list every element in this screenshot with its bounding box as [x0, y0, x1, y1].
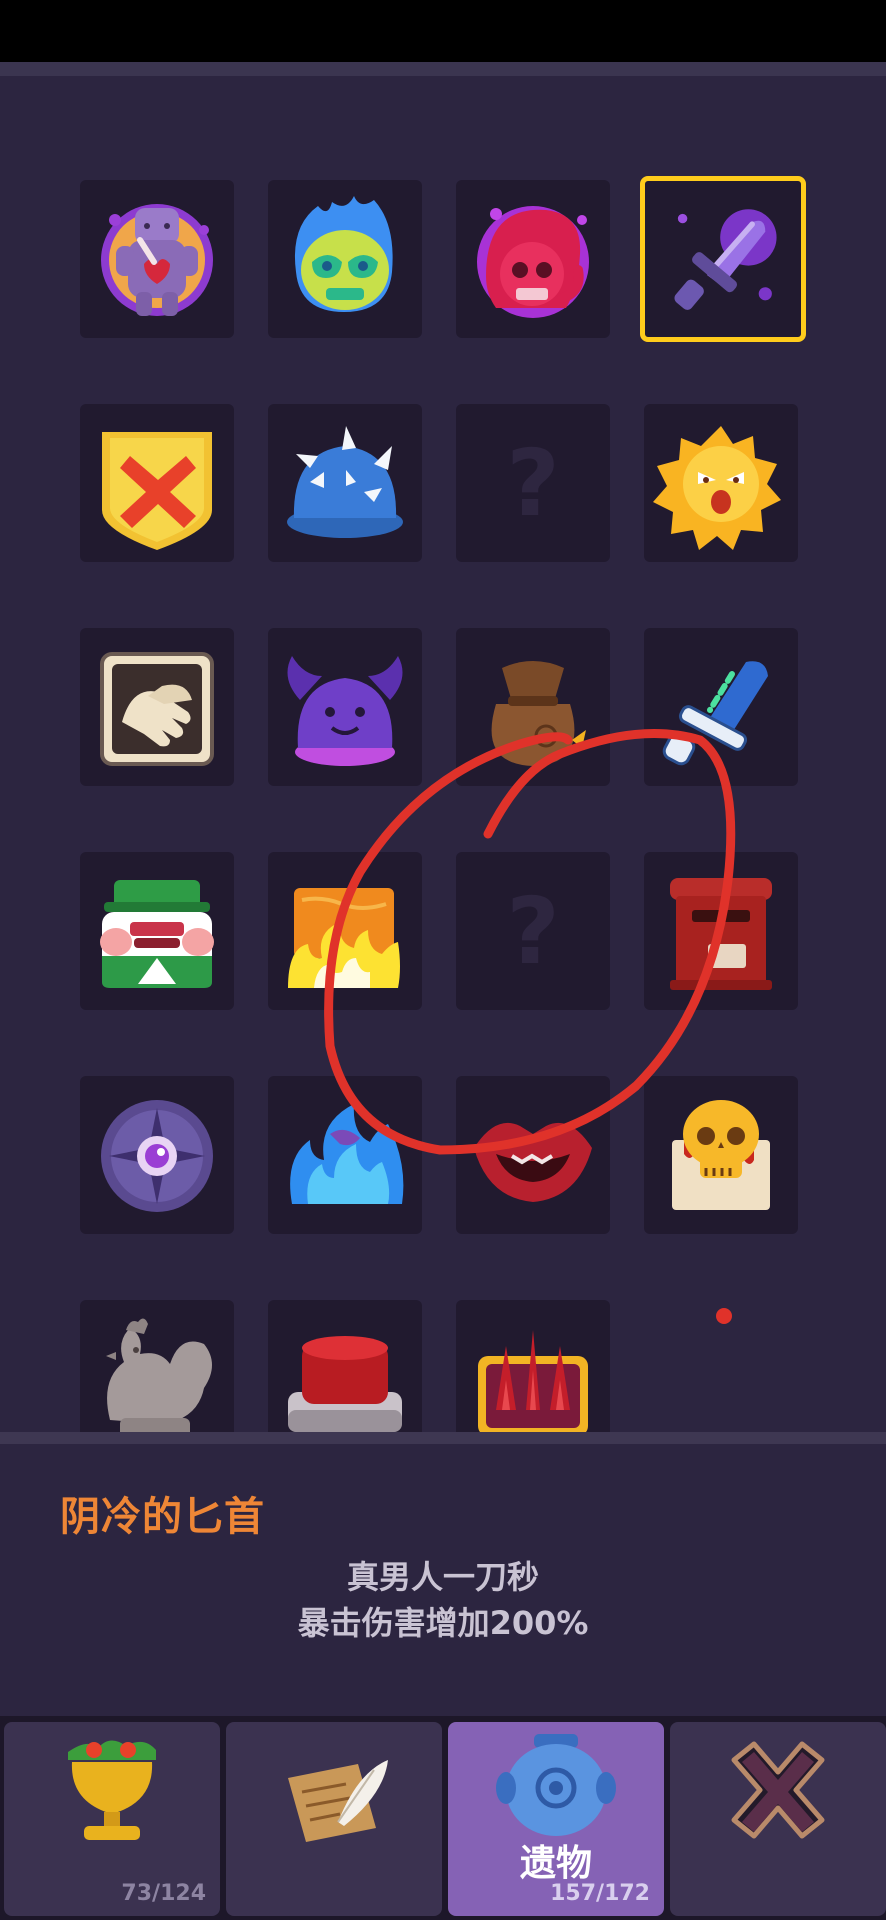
relic-slot-blue-flame[interactable]: [268, 1076, 422, 1234]
close-x-icon: [731, 1741, 825, 1839]
close-button[interactable]: [670, 1722, 886, 1916]
relic-slot-locked-1[interactable]: ?: [456, 404, 610, 562]
tab-records[interactable]: [226, 1722, 442, 1916]
relic-slot-burning-scroll[interactable]: [268, 852, 422, 1010]
handshake-card-icon: [100, 652, 214, 766]
relic-slot-red-lips[interactable]: [456, 1076, 610, 1234]
relic-detail-panel: 阴冷的匕首 真男人一刀秒 暴击伤害增加200%: [0, 1444, 886, 1716]
status-bar: [0, 0, 886, 62]
red-lips-icon: [474, 1122, 592, 1202]
stone-rooster-icon: [106, 1318, 212, 1432]
dark-dagger-icon: [674, 209, 777, 310]
loot-sack-icon: [491, 661, 586, 766]
relic-slot-handshake-card[interactable]: [80, 628, 234, 786]
tab-relics-label: 遗物: [519, 1843, 592, 1884]
tab-relics[interactable]: 遗物 157/172: [448, 1722, 664, 1916]
relic-description-line-1: 真男人一刀秒: [346, 1558, 539, 1596]
spiked-crown-chest-icon: [478, 1330, 588, 1432]
scroll-quill-icon: [288, 1760, 388, 1842]
angry-sun-icon: [653, 426, 781, 550]
skull-letter-icon: [672, 1100, 770, 1210]
voodoo-doll-icon: [101, 204, 213, 316]
relic-title: 阴冷的匕首: [60, 1494, 265, 1540]
relic-slot-frog-hat[interactable]: [80, 852, 234, 1010]
relic-slot-red-skull-cloak[interactable]: [456, 180, 610, 338]
unknown-relic-icon: ?: [506, 429, 560, 537]
eye-compass-icon: [101, 1100, 213, 1212]
spiked-helmet-icon: [287, 426, 403, 538]
relic-slot-bone-sword[interactable]: [644, 628, 798, 786]
unknown-relic-icon: ?: [506, 877, 560, 985]
relic-slot-locked-2[interactable]: ?: [456, 852, 610, 1010]
relic-slot-voodoo-doll[interactable]: [80, 180, 234, 338]
mailbox-icon: [670, 878, 772, 990]
top-divider: [0, 62, 886, 76]
relic-grid[interactable]: ? ?: [0, 76, 886, 1432]
blue-flame-icon: [290, 1104, 404, 1204]
relic-slot-spiked-helmet[interactable]: [268, 404, 422, 562]
burning-scroll-icon: [288, 888, 400, 988]
relic-slot-stone-rooster[interactable]: [80, 1300, 234, 1432]
bottom-tab-bar: 73/124 遗物 157/172: [0, 1716, 886, 1920]
tab-relics-count: 157/172: [550, 1881, 650, 1906]
relic-slot-spiked-crown-chest[interactable]: [456, 1300, 610, 1432]
tab-trophies[interactable]: 73/124: [4, 1722, 220, 1916]
relic-slot-eye-compass[interactable]: [80, 1076, 234, 1234]
flaming-skull-icon: [294, 196, 393, 312]
relic-slot-skull-letter[interactable]: [644, 1076, 798, 1234]
relic-slot-red-button[interactable]: [268, 1300, 422, 1432]
bat-helmet-icon: [287, 656, 403, 766]
relic-slot-dark-dagger[interactable]: [640, 176, 806, 342]
relic-slot-bat-helmet[interactable]: [268, 628, 422, 786]
relic-slot-flaming-skull[interactable]: [268, 180, 422, 338]
relic-slot-cross-shield[interactable]: [80, 404, 234, 562]
red-skull-cloak-icon: [477, 206, 589, 318]
bone-sword-icon: [662, 661, 768, 766]
relic-description-line-2: 暴击伤害增加200%: [297, 1604, 589, 1642]
relic-slot-loot-sack[interactable]: [456, 628, 610, 786]
frog-hat-icon: [100, 880, 214, 988]
red-button-icon: [288, 1336, 402, 1432]
relic-slot-angry-sun[interactable]: [644, 404, 798, 562]
panel-divider: [0, 1432, 886, 1444]
cross-shield-icon: [102, 432, 212, 550]
tab-trophies-count: 73/124: [121, 1881, 206, 1906]
relic-slot-mailbox[interactable]: [644, 852, 798, 1010]
